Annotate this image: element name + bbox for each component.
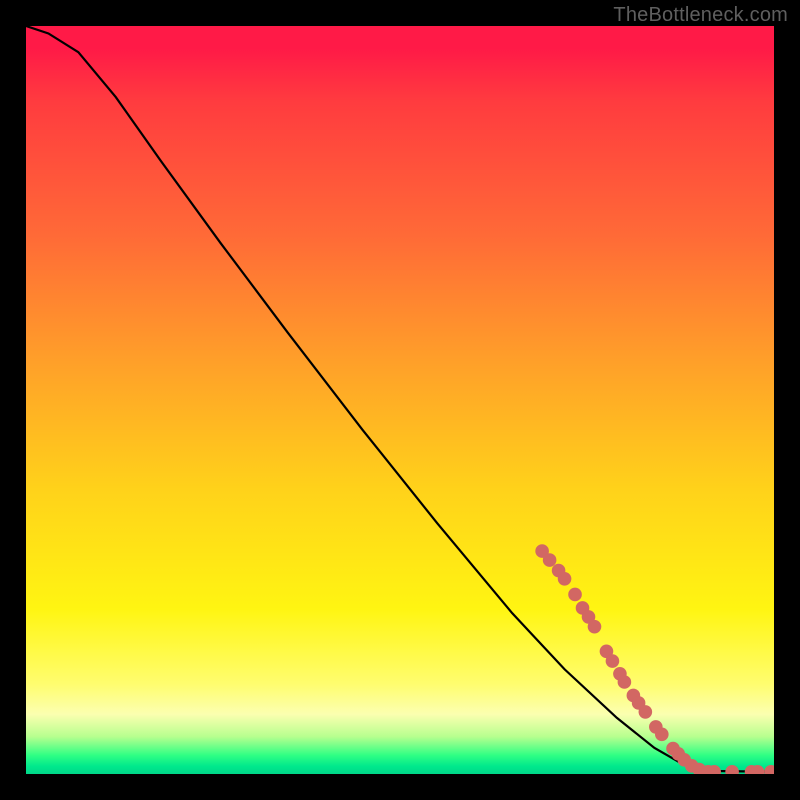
watermark-text: TheBottleneck.com xyxy=(613,4,788,27)
chart-stage: TheBottleneck.com xyxy=(0,0,800,800)
data-marker xyxy=(606,654,620,668)
data-marker xyxy=(655,728,669,742)
marker-group xyxy=(535,544,774,774)
data-marker xyxy=(618,675,632,689)
data-marker xyxy=(725,765,739,774)
data-marker xyxy=(764,765,774,774)
data-marker xyxy=(639,705,653,719)
curve-line xyxy=(26,26,774,772)
chart-svg xyxy=(26,26,774,774)
data-marker xyxy=(588,620,602,634)
data-marker xyxy=(558,572,572,586)
data-marker xyxy=(543,553,557,567)
data-marker xyxy=(568,588,582,602)
plot-area xyxy=(26,26,774,774)
